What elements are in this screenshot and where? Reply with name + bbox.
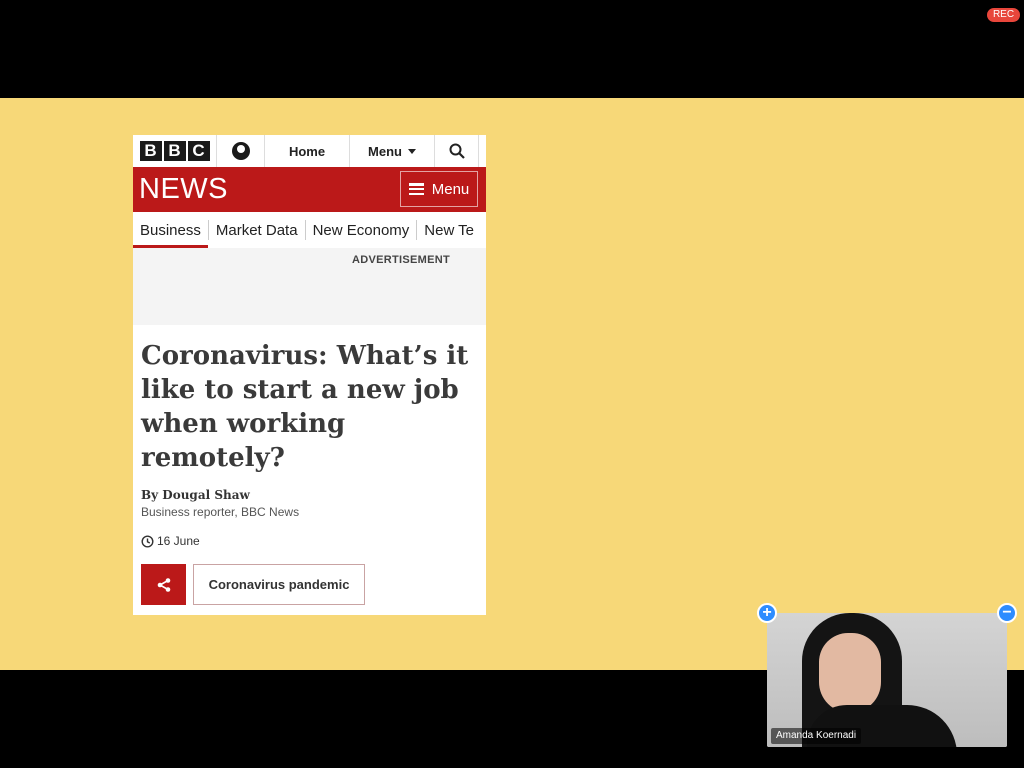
expand-video-button[interactable]: + <box>757 603 777 623</box>
participant-video-face <box>819 633 881 713</box>
tab-new-tech[interactable]: New Te <box>417 212 481 248</box>
author-role: Business reporter, BBC News <box>141 505 300 519</box>
nav-home-link[interactable]: Home <box>265 135 350 167</box>
participant-video-tile[interactable]: Amanda Koernadi <box>767 613 1007 747</box>
nav-menu-button[interactable]: Menu <box>350 135 435 167</box>
account-button[interactable] <box>217 135 265 167</box>
share-button[interactable] <box>141 564 186 605</box>
article-date: 16 June <box>141 534 200 548</box>
account-icon <box>231 142 250 160</box>
news-menu-label: Menu <box>431 180 470 198</box>
article-byline: By Dougal Shaw <box>141 488 250 502</box>
topic-tag-button[interactable]: Coronavirus pandemic <box>193 564 365 605</box>
bbc-top-bar: B B C Home Menu <box>133 135 486 168</box>
chevron-down-icon <box>407 148 416 154</box>
tab-new-economy[interactable]: New Economy <box>306 212 417 248</box>
news-logo[interactable]: NEWS <box>139 173 228 206</box>
advertisement-label: ADVERTISEMENT <box>351 254 450 266</box>
bbc-logo-letter: B <box>163 141 186 161</box>
hamburger-icon <box>408 183 424 195</box>
bbc-article-screenshot: B B C Home Menu NEWS Menu Business Marke… <box>133 135 486 615</box>
bbc-logo-letter: C <box>187 141 210 161</box>
collapse-video-button[interactable]: − <box>997 603 1017 623</box>
tab-market-data[interactable]: Market Data <box>209 212 305 248</box>
share-icon <box>157 577 170 592</box>
bbc-logo[interactable]: B B C <box>133 135 217 167</box>
nav-menu-label: Menu <box>368 143 402 159</box>
participant-name-label: Amanda Koernadi <box>771 728 862 744</box>
tab-business[interactable]: Business <box>133 212 208 248</box>
article-headline: Coronavirus: What’s it like to start a n… <box>141 341 469 473</box>
bbc-logo-letter: B <box>139 141 162 161</box>
search-icon <box>449 143 465 159</box>
news-header: NEWS Menu <box>133 167 486 212</box>
section-tabs: Business Market Data New Economy New Te <box>133 212 486 249</box>
recording-indicator: REC <box>987 8 1020 22</box>
news-menu-button[interactable]: Menu <box>400 171 478 207</box>
advertisement-slot: ADVERTISEMENT <box>133 248 486 325</box>
search-button[interactable] <box>435 135 479 167</box>
article-date-text: 16 June <box>157 534 200 548</box>
clock-icon <box>141 534 154 548</box>
